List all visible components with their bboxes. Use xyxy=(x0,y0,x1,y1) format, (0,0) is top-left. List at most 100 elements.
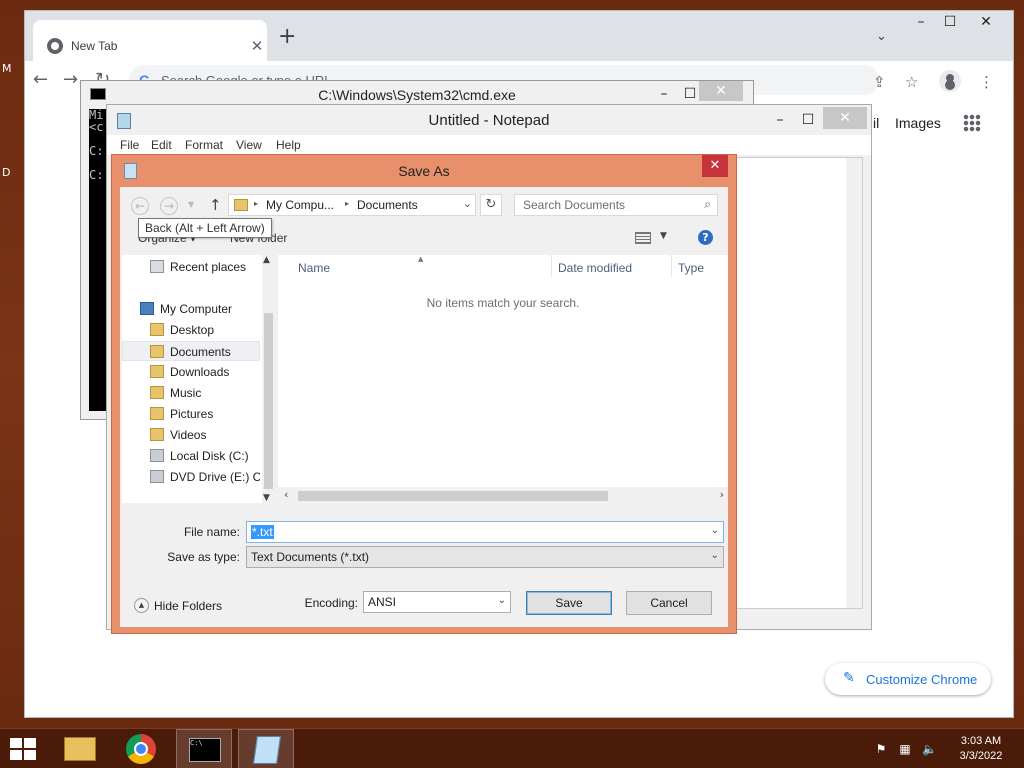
share-icon[interactable]: ⇪ xyxy=(873,73,886,91)
menu-format[interactable]: Format xyxy=(185,138,223,152)
address-bar[interactable]: ▸ My Compu... ▸ Documents ⌄ xyxy=(228,194,476,216)
desktop-icon-label[interactable]: M xyxy=(2,62,12,75)
column-header-type[interactable]: Type xyxy=(678,261,704,275)
search-input[interactable]: Search Documents ⌕ xyxy=(514,194,718,216)
minimize-icon[interactable]: – xyxy=(765,109,795,131)
column-divider[interactable] xyxy=(671,255,672,277)
nav-item-label: Local Disk (C:) xyxy=(170,449,249,463)
nav-item-recent-places[interactable]: Recent places xyxy=(122,257,260,277)
tab-title: New Tab xyxy=(71,39,118,53)
view-options-icon[interactable] xyxy=(635,232,651,244)
breadcrumb-separator-icon[interactable]: ▸ xyxy=(254,199,258,208)
clock-date: 3/3/2022 xyxy=(959,750,1003,762)
nav-item-local-disk[interactable]: Local Disk (C:) xyxy=(122,446,260,466)
new-tab-button[interactable]: + xyxy=(278,25,296,49)
scroll-left-icon[interactable]: ‹ xyxy=(284,488,288,501)
column-header-name[interactable]: Name xyxy=(298,261,330,275)
breadcrumb-documents[interactable]: Documents xyxy=(357,198,418,212)
gmail-link[interactable]: il xyxy=(873,115,879,131)
taskbar-notepad[interactable] xyxy=(238,729,294,768)
taskbar-cmd[interactable]: C:\ xyxy=(176,729,232,768)
taskbar-file-explorer[interactable] xyxy=(52,729,108,768)
save-as-type-select[interactable]: Text Documents (*.txt) ⌄ xyxy=(246,546,724,568)
chrome-tab-strip: New Tab ✕ + ⌄ – ☐ ✕ xyxy=(25,11,1013,61)
nav-item-music[interactable]: Music xyxy=(122,383,260,403)
notepad-scrollbar[interactable] xyxy=(846,158,862,608)
address-dropdown-icon[interactable]: ⌄ xyxy=(463,197,472,210)
recent-locations-dropdown-icon[interactable]: ▼ xyxy=(188,200,194,209)
chevron-down-icon[interactable]: ⌄ xyxy=(711,550,719,561)
google-apps-icon[interactable] xyxy=(963,114,981,132)
nav-item-desktop[interactable]: Desktop xyxy=(122,320,260,340)
action-center-flag-icon[interactable]: ⚑ xyxy=(874,742,888,756)
hide-folders-button[interactable]: ▲ Hide Folders xyxy=(130,596,230,616)
nav-item-my-computer[interactable]: My Computer xyxy=(122,299,260,319)
nav-item-downloads[interactable]: Downloads xyxy=(122,362,260,382)
nav-item-label: DVD Drive (E:) CD xyxy=(170,470,260,484)
help-icon[interactable]: ? xyxy=(698,230,713,245)
tab-search-icon[interactable]: ⌄ xyxy=(876,29,887,44)
volume-muted-icon[interactable]: 🔈 xyxy=(922,742,937,756)
scroll-right-icon[interactable]: › xyxy=(720,488,724,501)
chrome-tab[interactable]: New Tab ✕ xyxy=(33,20,267,61)
view-dropdown-icon[interactable]: ▼ xyxy=(660,231,667,241)
close-icon[interactable]: ✕ xyxy=(823,107,867,129)
desktop-icon-label[interactable]: D xyxy=(2,166,10,179)
up-folder-icon[interactable]: ↑ xyxy=(209,196,222,214)
menu-view[interactable]: View xyxy=(236,138,262,152)
scroll-up-icon[interactable]: ▲ xyxy=(263,255,270,265)
chrome-menu-icon[interactable]: ⋮ xyxy=(979,73,994,91)
forward-icon[interactable]: → xyxy=(160,197,178,215)
scrollbar-thumb[interactable] xyxy=(264,313,273,489)
taskbar-chrome[interactable] xyxy=(114,729,170,768)
refresh-icon[interactable]: ↻ xyxy=(480,194,502,216)
back-tooltip: Back (Alt + Left Arrow) xyxy=(138,218,272,238)
breadcrumb-my-computer[interactable]: My Compu... xyxy=(266,198,334,212)
nav-item-pictures[interactable]: Pictures xyxy=(122,404,260,424)
nav-item-dvd-drive[interactable]: DVD Drive (E:) CD xyxy=(122,467,260,487)
save-button[interactable]: Save xyxy=(526,591,612,615)
menu-help[interactable]: Help xyxy=(276,138,301,152)
maximize-icon[interactable]: ☐ xyxy=(793,109,823,131)
tab-close-icon[interactable]: ✕ xyxy=(247,37,267,57)
horizontal-scrollbar[interactable]: ‹ › xyxy=(278,487,728,503)
cancel-button[interactable]: Cancel xyxy=(626,591,712,615)
menu-file[interactable]: File xyxy=(120,138,139,152)
scrollbar-thumb[interactable] xyxy=(298,491,608,501)
notepad-menubar: File Edit Format View Help xyxy=(107,135,871,155)
profile-avatar-icon[interactable] xyxy=(939,70,961,92)
scroll-down-icon[interactable]: ▼ xyxy=(263,493,270,503)
close-icon[interactable]: ✕ xyxy=(699,81,743,101)
breadcrumb-separator-icon[interactable]: ▸ xyxy=(345,199,349,208)
column-divider[interactable] xyxy=(551,255,552,277)
system-clock[interactable]: 3:03 AM 3/3/2022 xyxy=(952,734,1010,764)
save-as-type-label: Save as type: xyxy=(167,550,240,564)
network-icon[interactable]: ▦ xyxy=(898,742,912,756)
nav-item-documents[interactable]: Documents xyxy=(122,341,260,361)
file-name-value: *.txt xyxy=(251,525,274,539)
windows-start-icon[interactable] xyxy=(10,738,38,760)
save-as-titlebar[interactable]: Save As ✕ xyxy=(112,155,736,187)
back-icon[interactable]: ← xyxy=(131,197,149,215)
notepad-titlebar[interactable]: Untitled - Notepad – ☐ ✕ xyxy=(107,105,871,135)
search-icon[interactable]: ⌕ xyxy=(704,197,711,212)
back-icon[interactable]: ← xyxy=(33,70,48,90)
nav-pane-scrollbar[interactable]: ▲ ▼ xyxy=(262,255,274,503)
bookmark-star-icon[interactable]: ☆ xyxy=(905,73,918,91)
encoding-select[interactable]: ANSI ⌄ xyxy=(363,591,511,613)
file-name-input[interactable]: *.txt ⌄ xyxy=(246,521,724,543)
close-icon[interactable]: ✕ xyxy=(971,11,1001,33)
images-link[interactable]: Images xyxy=(895,115,941,131)
chevron-down-icon[interactable]: ⌄ xyxy=(711,525,719,536)
forward-icon[interactable]: → xyxy=(63,70,78,90)
customize-chrome-button[interactable]: ✎ Customize Chrome xyxy=(825,663,991,695)
menu-edit[interactable]: Edit xyxy=(151,138,172,152)
nav-item-videos[interactable]: Videos xyxy=(122,425,260,445)
file-list-pane[interactable]: ▲ Name Date modified Type No items match… xyxy=(278,255,728,503)
save-as-body: ← → ▼ ↑ ▸ My Compu... ▸ Documents ⌄ ↻ Se… xyxy=(120,187,728,627)
column-header-date-modified[interactable]: Date modified xyxy=(558,261,632,275)
close-icon[interactable]: ✕ xyxy=(702,155,728,177)
minimize-icon[interactable]: – xyxy=(906,11,936,33)
maximize-icon[interactable]: ☐ xyxy=(935,11,965,33)
chevron-down-icon[interactable]: ⌄ xyxy=(498,595,506,606)
